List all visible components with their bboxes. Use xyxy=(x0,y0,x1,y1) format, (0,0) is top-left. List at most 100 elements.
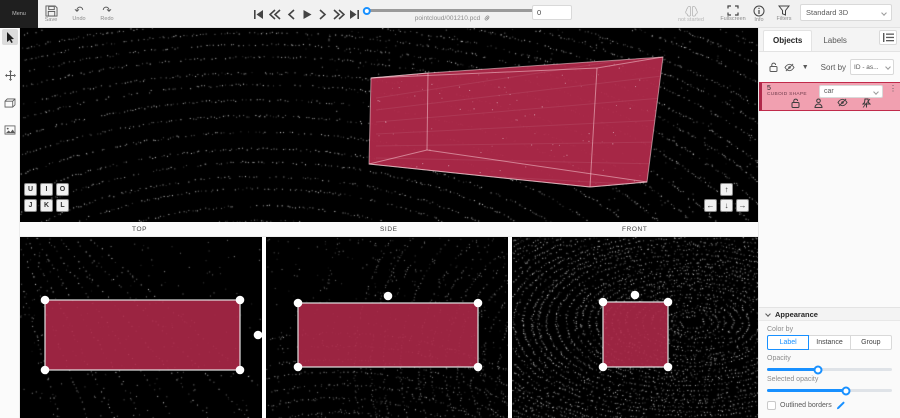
draw-cuboid-tool-button[interactable] xyxy=(2,95,18,111)
frame-filename: pointcloud/001210.pcd xyxy=(356,14,550,22)
opacity-slider-handle[interactable] xyxy=(814,365,823,374)
perspective-3d-view[interactable]: U I O J K L ↑ ← ↓ → xyxy=(20,28,758,222)
controls-sidebar xyxy=(0,28,20,418)
front-view-cuboid-projection[interactable] xyxy=(603,302,668,367)
object-id: 5 xyxy=(767,85,807,92)
save-button[interactable]: Save xyxy=(38,0,64,28)
object-pin-button[interactable] xyxy=(862,98,871,108)
filters-button[interactable]: Filters xyxy=(772,0,796,28)
camera-key-l[interactable]: L xyxy=(56,199,69,212)
tab-labels[interactable]: Labels xyxy=(814,31,856,51)
sort-by-label: Sort by xyxy=(821,63,846,72)
object-label-selector[interactable]: car xyxy=(819,85,883,98)
link-icon[interactable] xyxy=(483,14,491,22)
play-button[interactable] xyxy=(300,6,313,22)
appearance-header[interactable]: Appearance xyxy=(759,307,900,321)
camera-key-i[interactable]: I xyxy=(40,183,53,196)
undo-button[interactable]: ↶ Undo xyxy=(66,0,92,28)
object-hide-button[interactable] xyxy=(837,98,848,108)
redo-icon: ↷ xyxy=(102,6,111,16)
jump-backward-button[interactable] xyxy=(268,6,281,22)
selected-opacity-slider[interactable] xyxy=(767,389,892,392)
arrow-up-button[interactable]: ↑ xyxy=(720,183,733,196)
top-ortho-view[interactable] xyxy=(20,237,262,418)
brain-icon xyxy=(685,5,698,17)
playback-controls xyxy=(252,0,361,28)
color-by-label-option[interactable]: Label xyxy=(767,335,809,350)
sort-order-selector[interactable]: ID - as... xyxy=(850,59,894,75)
photo-context-tool-button[interactable] xyxy=(2,122,18,138)
frame-number-input[interactable] xyxy=(532,5,572,20)
camera-key-j[interactable]: J xyxy=(24,199,37,212)
info-button[interactable]: Info xyxy=(748,0,770,28)
chevron-down-icon xyxy=(881,10,887,16)
objects-header-controls: ▼ Sort by ID - as... xyxy=(759,52,900,82)
object-item-car[interactable]: 5 CUBOID SHAPE car ⋮ xyxy=(759,82,900,111)
resize-handle[interactable] xyxy=(41,366,50,375)
move-tool-button[interactable] xyxy=(2,67,18,83)
opacity-slider[interactable] xyxy=(767,368,892,371)
chevron-down-icon xyxy=(885,64,891,70)
cursor-icon xyxy=(6,32,15,43)
list-icon xyxy=(883,33,894,42)
expand-all-caret[interactable]: ▼ xyxy=(798,64,813,71)
arrow-left-button[interactable]: ← xyxy=(704,199,717,212)
resize-handle[interactable] xyxy=(236,366,245,375)
resize-handle[interactable] xyxy=(294,363,303,372)
main-menu-button[interactable]: Menu xyxy=(0,0,38,28)
top-view-cuboid-projection[interactable] xyxy=(45,300,240,370)
lock-all-button[interactable] xyxy=(765,62,781,72)
outlined-borders-checkbox[interactable] xyxy=(767,401,776,410)
fullscreen-icon xyxy=(727,5,739,16)
rotation-handle[interactable] xyxy=(384,292,393,301)
object-lock-button[interactable] xyxy=(791,98,800,108)
arrow-right-button[interactable]: → xyxy=(736,199,749,212)
resize-handle[interactable] xyxy=(474,363,483,372)
info-icon xyxy=(753,5,765,17)
object-occluded-button[interactable] xyxy=(814,98,823,108)
front-view-annotation-layer xyxy=(512,237,758,418)
side-view-annotation-layer xyxy=(266,237,508,418)
resize-handle[interactable] xyxy=(664,298,673,307)
first-frame-button[interactable] xyxy=(252,6,265,22)
redo-button[interactable]: ↷ Redo xyxy=(94,0,120,28)
next-frame-button[interactable] xyxy=(316,6,329,22)
camera-key-u[interactable]: U xyxy=(24,183,37,196)
side-view-cuboid-projection[interactable] xyxy=(298,303,478,367)
previous-frame-button[interactable] xyxy=(284,6,297,22)
resize-handle[interactable] xyxy=(664,363,673,372)
camera-key-k[interactable]: K xyxy=(40,199,53,212)
color-by-group: Label Instance Group xyxy=(767,335,892,350)
tab-objects[interactable]: Objects xyxy=(763,30,812,51)
camera-key-o[interactable]: O xyxy=(56,183,69,196)
front-view-label: FRONT xyxy=(622,226,647,233)
rotation-handle[interactable] xyxy=(631,291,640,300)
resize-handle[interactable] xyxy=(474,299,483,308)
front-ortho-view[interactable] xyxy=(512,237,758,418)
hide-all-button[interactable] xyxy=(781,63,797,72)
selected-opacity-slider-handle[interactable] xyxy=(841,386,850,395)
jump-forward-button[interactable] xyxy=(332,6,345,22)
edit-color-pencil-icon[interactable] xyxy=(836,401,845,410)
frame-slider[interactable] xyxy=(366,9,540,12)
resize-handle[interactable] xyxy=(599,298,608,307)
side-view-label: SIDE xyxy=(380,226,398,233)
workspace-selector[interactable]: Standard 3D xyxy=(800,4,892,21)
appearance-collapse-button[interactable] xyxy=(879,30,897,45)
fullscreen-button[interactable]: Fullscreen xyxy=(718,0,748,28)
ai-tools-button[interactable]: not started xyxy=(676,0,706,28)
arrow-down-button[interactable]: ↓ xyxy=(720,199,733,212)
menu-label: Menu xyxy=(12,12,26,18)
resize-handle[interactable] xyxy=(294,299,303,308)
color-by-instance-option[interactable]: Instance xyxy=(808,335,850,350)
appearance-section: Appearance Color by Label Instance Group… xyxy=(759,307,900,410)
side-ortho-view[interactable] xyxy=(266,237,508,418)
cursor-tool-button[interactable] xyxy=(2,29,18,45)
image-icon xyxy=(4,125,16,135)
color-by-group-option[interactable]: Group xyxy=(850,335,892,350)
object-actions-menu[interactable]: ⋮ xyxy=(889,85,897,93)
resize-handle[interactable] xyxy=(236,296,245,305)
resize-handle[interactable] xyxy=(41,296,50,305)
resize-handle[interactable] xyxy=(599,363,608,372)
rotation-handle[interactable] xyxy=(254,331,262,340)
